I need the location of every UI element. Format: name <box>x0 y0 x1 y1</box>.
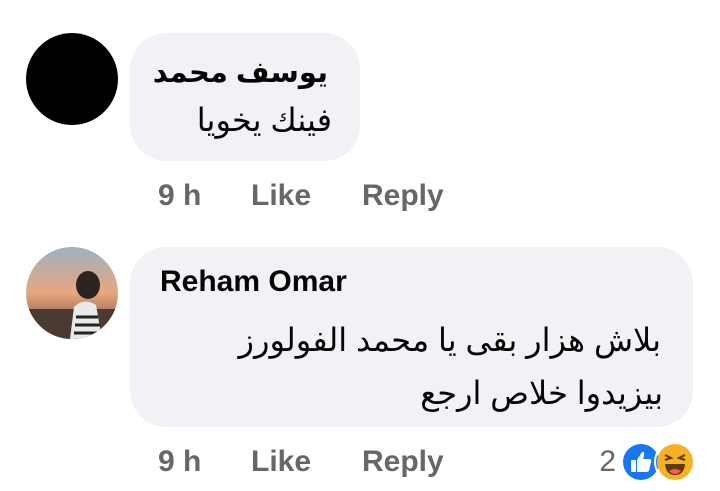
comment-author[interactable]: يوسف محمد <box>153 55 328 90</box>
comment-text: فينك يخويا <box>196 102 332 138</box>
comment-bubble: يوسف محمد فينك يخويا <box>130 33 360 161</box>
reply-button[interactable]: Reply <box>362 179 444 213</box>
like-button[interactable]: Like <box>251 445 311 479</box>
reaction-count: 2 <box>599 445 616 478</box>
avatar[interactable] <box>26 33 118 125</box>
avatar[interactable] <box>26 247 118 339</box>
comment-timestamp[interactable]: 9 h <box>158 445 201 479</box>
comment-text: بيزيدوا خلاص ارجع <box>420 375 663 411</box>
haha-reaction-icon <box>654 441 696 483</box>
comment-timestamp[interactable]: 9 h <box>158 179 201 213</box>
comment-author[interactable]: Reham Omar <box>160 265 347 299</box>
comment-text: بلاش هزار بقى يا محمد الفولورز <box>238 322 661 358</box>
profile-photo <box>26 247 118 339</box>
reaction-summary[interactable]: 2 <box>599 441 696 483</box>
comment-bubble: Reham Omar بلاش هزار بقى يا محمد الفولور… <box>130 247 693 427</box>
like-button[interactable]: Like <box>251 179 311 213</box>
reply-button[interactable]: Reply <box>362 445 444 479</box>
